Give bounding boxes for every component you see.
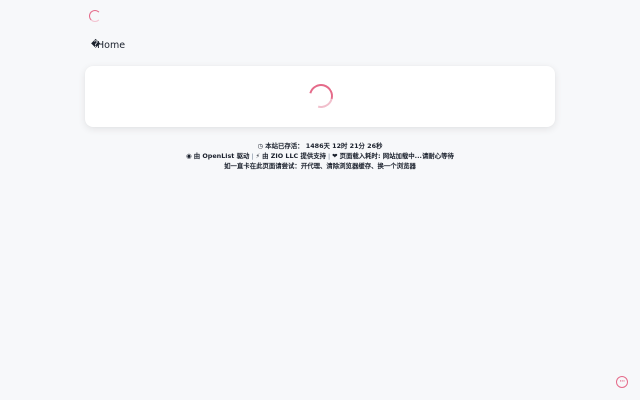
more-button[interactable]: ···: [616, 376, 628, 388]
top-bar: [85, 6, 555, 26]
heart-icon: ❤: [332, 152, 338, 160]
github-icon: ◉: [186, 152, 192, 160]
content-card: [85, 66, 555, 127]
footer-uptime-line: ◷ 本站已存活： 1486天 12时 21分 26秒: [0, 141, 640, 151]
footer-hint-line: 如一直卡在此页面请尝试：开代理、清除浏览器缓存、换一个浏览器: [0, 161, 640, 171]
loading-spinner-small: [89, 10, 101, 22]
footer: ◷ 本站已存活： 1486天 12时 21分 26秒 ◉ 由 OpenList 驱动…: [0, 141, 640, 171]
loading-spinner: [304, 79, 338, 113]
bolt-icon: ⚡: [255, 152, 261, 160]
separator: |: [251, 152, 254, 160]
footer-credits-line: ◉ 由 OpenList 驱动 | ⚡ 由 ZIO LLC 提供支持 | ❤ 页面载入耗时: …: [0, 151, 640, 161]
separator: |: [328, 152, 331, 160]
uptime-text: 本站已存活： 1486天 12时 21分 26秒: [265, 142, 383, 150]
hint-text: 如一直卡在此页面请尝试：开代理、清除浏览器缓存、换一个浏览器: [224, 162, 416, 170]
nav-bar: � Home: [85, 32, 555, 58]
powered-by-text[interactable]: 由 OpenList 驱动: [194, 152, 250, 160]
breadcrumb-home[interactable]: Home: [97, 40, 125, 51]
supported-by-text[interactable]: 由 ZIO LLC 提供支持: [262, 152, 326, 160]
more-icon: ···: [619, 378, 625, 385]
load-time-text: 页面载入耗时: 网站加载中...请耐心等待: [339, 152, 454, 160]
breadcrumb: � Home: [91, 40, 125, 51]
clock-icon: ◷: [257, 142, 264, 150]
